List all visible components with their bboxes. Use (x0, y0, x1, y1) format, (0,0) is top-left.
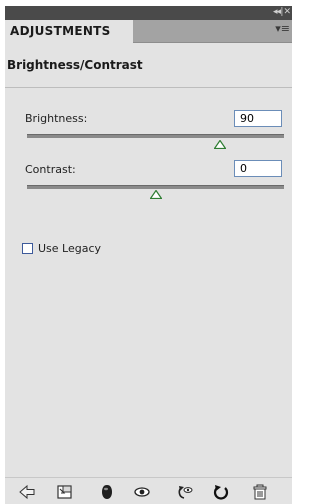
contrast-slider-track[interactable] (27, 185, 284, 189)
use-legacy-checkbox[interactable] (22, 243, 33, 254)
tab-adjustments[interactable]: ADJUSTMENTS (5, 20, 133, 43)
back-arrow-icon[interactable] (18, 483, 36, 501)
panel-menu-icon[interactable]: ▾≡ (275, 22, 290, 35)
adjustment-body: Brightness: 90 Contrast: 0 Use Legacy (5, 88, 292, 477)
collapse-panel-icon[interactable]: ◂◂ (273, 7, 281, 17)
trash-icon[interactable] (251, 483, 269, 501)
panel-footer (5, 477, 292, 504)
brightness-slider-thumb[interactable] (213, 140, 226, 149)
tab-bar: ADJUSTMENTS ▾≡ (5, 20, 292, 43)
brightness-input[interactable]: 90 (234, 110, 282, 127)
tab-adjustments-label: ADJUSTMENTS (10, 24, 111, 38)
close-panel-icon[interactable]: |✕ (280, 7, 291, 17)
brightness-slider-track[interactable] (27, 134, 284, 138)
clip-to-layer-icon[interactable] (56, 483, 74, 501)
brightness-label: Brightness: (25, 112, 88, 125)
contrast-slider-thumb[interactable] (149, 190, 162, 199)
adjustment-title: Brightness/Contrast (7, 58, 143, 72)
use-legacy-label: Use Legacy (38, 242, 102, 255)
reset-icon[interactable] (176, 483, 194, 501)
contrast-label: Contrast: (25, 163, 76, 176)
view-previous-state-icon[interactable] (133, 483, 151, 501)
contrast-input[interactable]: 0 (234, 160, 282, 177)
refresh-icon[interactable] (212, 483, 230, 501)
layer-visibility-icon[interactable] (98, 483, 116, 501)
adjustments-panel: ◂◂ |✕ ADJUSTMENTS ▾≡ Brightness/Contrast… (5, 6, 292, 504)
panel-titlebar: ◂◂ |✕ (5, 6, 292, 20)
adjustment-header: Brightness/Contrast (5, 43, 292, 88)
